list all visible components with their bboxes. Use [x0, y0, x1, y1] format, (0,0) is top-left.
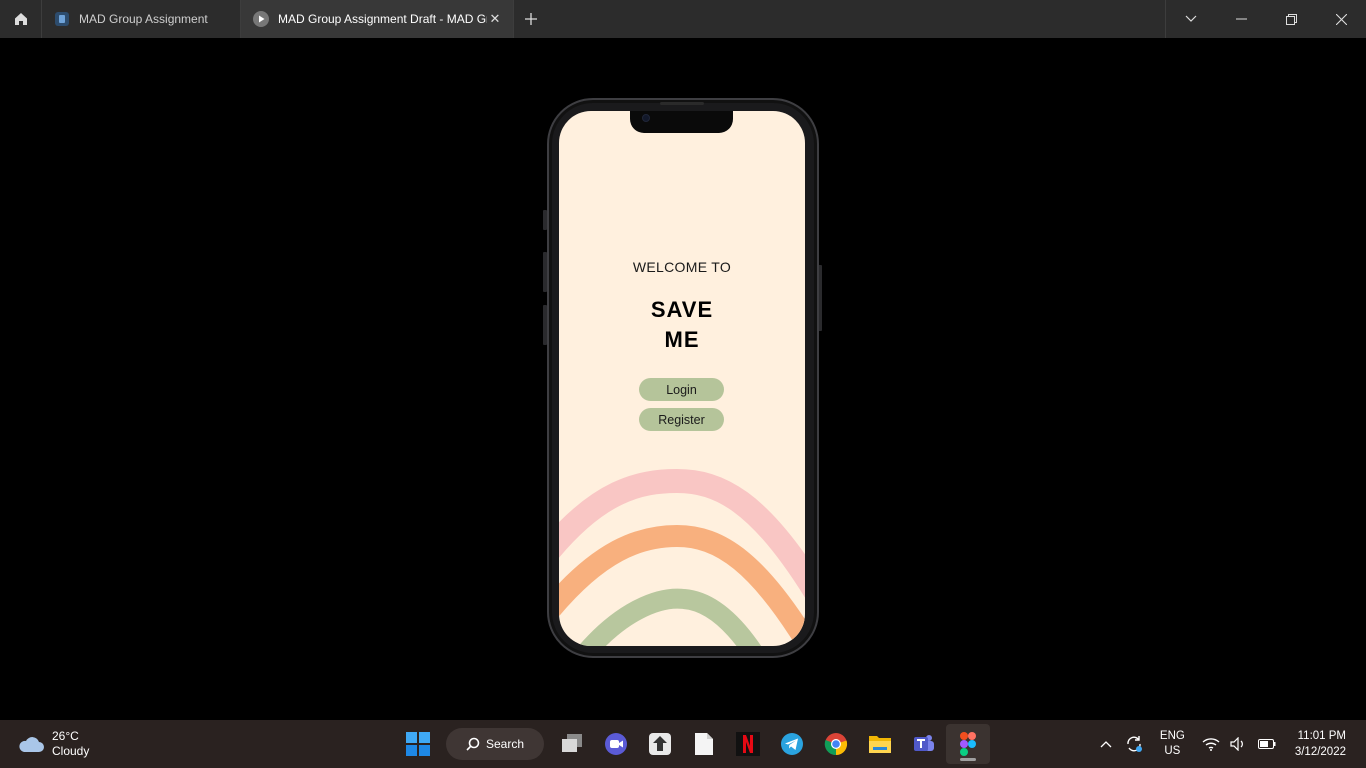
clock-time: 11:01 PM: [1297, 730, 1346, 742]
figma-file-icon: [54, 11, 70, 27]
weather-temp: 26°C: [52, 729, 79, 743]
chrome-app[interactable]: [814, 724, 858, 764]
login-button[interactable]: Login: [639, 378, 724, 401]
task-view-icon: [562, 734, 582, 752]
home-icon: [14, 13, 27, 25]
start-button[interactable]: [396, 724, 440, 764]
clock[interactable]: 11:01 PM 3/12/2022: [1295, 728, 1346, 760]
battery-icon: [1257, 739, 1276, 749]
green-arc: [578, 588, 762, 646]
phone-speaker: [660, 102, 704, 105]
file-explorer-icon: [869, 736, 891, 753]
home-button[interactable]: [0, 0, 42, 38]
app-name: SAVE ME: [559, 295, 805, 355]
search-icon: [466, 737, 480, 751]
teams-icon: [914, 735, 934, 751]
tabs-dropdown-button[interactable]: [1166, 0, 1216, 38]
app-name-line1: SAVE: [650, 297, 714, 322]
tab-label: MAD Group Assignment: [79, 12, 208, 26]
restore-icon: [1285, 13, 1297, 25]
battery-button[interactable]: [1255, 739, 1279, 749]
inkscape-app[interactable]: [638, 724, 682, 764]
plus-icon: [525, 13, 537, 25]
close-icon: [1335, 13, 1347, 25]
minimize-button[interactable]: [1216, 0, 1266, 38]
cloud-icon: [19, 737, 44, 752]
zoom-app[interactable]: [594, 724, 638, 764]
netflix-icon: [736, 732, 760, 756]
app-name-line2: ME: [664, 327, 700, 352]
file-explorer-app[interactable]: [858, 724, 902, 764]
show-hidden-icons-button[interactable]: [1094, 740, 1118, 748]
figma-icon: [960, 732, 976, 756]
clock-date: 3/12/2022: [1294, 746, 1346, 758]
taskbar-search[interactable]: Search: [446, 728, 544, 760]
chrome-icon: [824, 733, 848, 756]
sync-icon: [1127, 736, 1142, 752]
front-camera: [642, 114, 650, 122]
active-indicator: [960, 758, 976, 761]
chevron-down-icon: [1185, 15, 1197, 22]
telegram-icon: [781, 733, 803, 755]
play-icon: [253, 11, 269, 27]
new-tab-button[interactable]: [514, 0, 548, 38]
file-icon: [695, 733, 713, 755]
windows-start-icon: [406, 732, 430, 756]
close-tab-icon[interactable]: ✕: [487, 11, 503, 27]
sync-button[interactable]: [1122, 735, 1146, 753]
language-indicator[interactable]: ENG US: [1160, 729, 1185, 759]
tab-mad-group-assignment[interactable]: MAD Group Assignment: [42, 0, 241, 38]
minimize-icon: [1235, 18, 1247, 20]
inkscape-icon: [649, 733, 671, 755]
prototype-screen: WELCOME TO SAVE ME Login Register: [559, 111, 805, 646]
taskbar: 26°C Cloudy Search ENG US 11:01 PM 3/12/…: [0, 720, 1366, 768]
register-button[interactable]: Register: [639, 408, 724, 431]
wifi-button[interactable]: [1199, 737, 1223, 751]
tab-mad-group-assignment-draft[interactable]: MAD Group Assignment Draft - MAD Gr ✕: [241, 0, 514, 38]
task-view-button[interactable]: [550, 724, 594, 764]
title-bar: MAD Group Assignment MAD Group Assignmen…: [0, 0, 1366, 38]
netflix-app[interactable]: [726, 724, 770, 764]
lang-code: ENG: [1159, 730, 1185, 742]
system-tray: ENG US 11:01 PM 3/12/2022: [1092, 720, 1366, 768]
wifi-icon: [1202, 738, 1220, 751]
restore-button[interactable]: [1266, 0, 1316, 38]
file-app[interactable]: [682, 724, 726, 764]
volume-button[interactable]: [1227, 737, 1251, 751]
telegram-app[interactable]: [770, 724, 814, 764]
weather-desc: Cloudy: [52, 744, 90, 758]
welcome-text: WELCOME TO: [632, 259, 732, 275]
tab-label: MAD Group Assignment Draft - MAD Gr: [278, 12, 487, 26]
volume-icon: [1230, 737, 1243, 751]
search-label: Search: [485, 737, 525, 751]
weather-widget[interactable]: 26°C Cloudy: [18, 729, 89, 759]
lang-region: US: [1164, 745, 1181, 757]
zoom-icon: [605, 733, 627, 755]
chevron-up-icon: [1100, 741, 1112, 748]
figma-app[interactable]: [946, 724, 990, 764]
close-window-button[interactable]: [1316, 0, 1366, 38]
rainbow-arcs-illustration: [559, 468, 805, 646]
teams-app[interactable]: [902, 724, 946, 764]
